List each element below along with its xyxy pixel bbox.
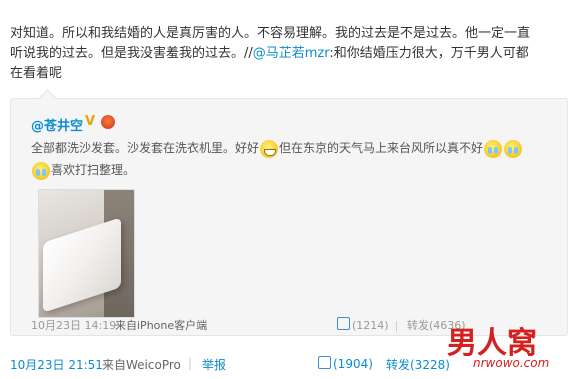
cry-icon — [504, 139, 523, 158]
verified-v-icon: V — [85, 114, 96, 129]
sofa-photo[interactable] — [38, 189, 135, 318]
quote-arrow — [38, 89, 57, 108]
mention-link[interactable]: @马芷若mzr — [253, 46, 330, 61]
post-text: 对知道。所以和我结婚的人是真厉害的人。不容易理解。我的过去是不是过去。他一定一直… — [10, 24, 576, 84]
separator: | — [394, 319, 399, 332]
post-line-2: 听说我的过去。但是我没害羞我的过去。//@马芷若mzr:和你结婚压力很大，万千男… — [10, 44, 576, 64]
like-button[interactable]: (1904) — [318, 356, 373, 371]
quote-author-link[interactable]: @苍井空 — [31, 115, 83, 134]
thumb-up-icon — [318, 356, 331, 369]
quote-time-link[interactable]: 10月23日 14:19 — [31, 317, 116, 333]
watermark: 男人窝 nrwowo.com — [447, 318, 577, 376]
quote-text-2: 但在东京的天气马上来台风所以真不好 — [279, 141, 484, 155]
quoted-post: @苍井空 V 全部都洗沙发套。沙发套在洗衣机里。好好 但在东京的天气马上来台风所以… — [10, 89, 568, 336]
quote-text-1: 全部都洗沙发套。沙发套在洗衣机里。好好 — [31, 141, 260, 155]
watermark-url: nrwowo.com — [473, 356, 550, 370]
quote-like-button[interactable]: (1214) | — [337, 317, 404, 332]
post-line-2-a: 听说我的过去。但是我没害羞我的过去。// — [10, 46, 253, 61]
quote-source[interactable]: 来自iPhone客户端 — [115, 317, 207, 333]
post-line-3: 在看着呢 — [10, 66, 63, 81]
post-time-link[interactable]: 10月23日 21:51 — [10, 356, 103, 373]
post-line-1: 对知道。所以和我结婚的人是真厉害的人。不容易理解。我的过去是不是过去。他一定一直 — [10, 26, 531, 41]
report-link[interactable]: 举报 — [202, 356, 226, 373]
thumb-up-icon — [337, 317, 350, 330]
repost-link[interactable]: 转发(3228) — [386, 356, 450, 373]
like-count: (1904) — [333, 357, 373, 371]
cry-icon — [484, 139, 503, 158]
post-line-2-b: :和你结婚压力很大，万千男人可都 — [329, 46, 529, 61]
quote-like-count: (1214) — [352, 319, 389, 332]
post-source[interactable]: 来自WeicoPro — [102, 356, 181, 373]
cry-icon — [32, 161, 50, 180]
separator: | — [188, 356, 193, 370]
grin-icon — [260, 139, 279, 158]
crown-icon — [101, 115, 115, 129]
quote-text: 全部都洗沙发套。沙发套在洗衣机里。好好 但在东京的天气马上来台风所以真不好 喜欢打… — [31, 137, 561, 181]
quote-text-3: 喜欢打扫整理。 — [51, 163, 136, 177]
